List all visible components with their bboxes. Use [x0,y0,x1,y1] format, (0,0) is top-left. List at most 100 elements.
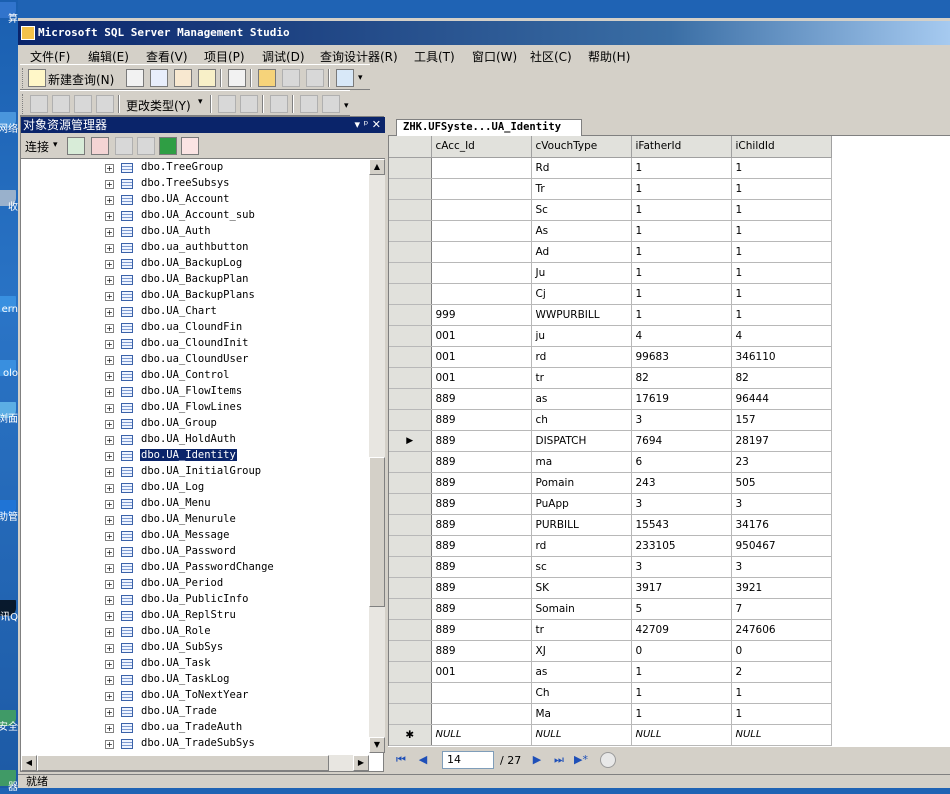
add-table-icon[interactable] [300,95,318,113]
table-cell[interactable] [431,199,532,221]
table-cell[interactable]: Ma [531,703,632,725]
table-cell[interactable]: Cj [531,283,632,305]
row-selector[interactable] [389,409,432,431]
table-row[interactable]: 001 as 1 2 [389,661,832,683]
table-cell[interactable]: 001 [431,367,532,389]
table-cell[interactable]: 001 [431,325,532,347]
table-row[interactable]: Tr 1 1 [389,178,832,200]
tree-node[interactable]: + dbo.UA_PasswordChange [21,560,369,576]
table-row[interactable]: Ju 1 1 [389,262,832,284]
tree-node[interactable]: + dbo.UA_Task [21,656,369,672]
table-cell[interactable]: 889 [431,472,532,494]
table-cell[interactable]: rd [531,535,632,557]
row-selector[interactable] [389,535,432,557]
expand-icon[interactable]: + [105,180,114,189]
expand-icon[interactable]: + [105,660,114,669]
expand-icon[interactable]: + [105,724,114,733]
table-cell[interactable] [431,682,532,704]
tree-node[interactable]: + dbo.UA_TaskLog [21,672,369,688]
menu-window[interactable]: 窗口(W) [472,48,517,65]
row-selector[interactable] [389,472,432,494]
table-cell[interactable]: 4 [731,325,832,347]
print-icon[interactable] [306,69,324,87]
table-cell[interactable]: 17619 [631,388,732,410]
menu-tools[interactable]: 工具(T) [414,48,455,65]
table-cell[interactable]: 1 [731,304,832,326]
new-row-marker[interactable]: ✱ [389,724,432,746]
tree-node-label[interactable]: dbo.UA_Log [140,481,205,493]
table-cell[interactable]: 889 [431,409,532,431]
table-cell[interactable]: 889 [431,430,532,452]
table-cell[interactable]: 1 [631,703,732,725]
mdx-query-icon[interactable] [150,69,168,87]
row-selector[interactable] [389,640,432,662]
record-number-input[interactable]: 14 [442,751,494,769]
expand-icon[interactable]: + [105,292,114,301]
desktop-shortcut[interactable]: 讯Q [0,600,18,624]
expand-icon[interactable]: + [105,564,114,573]
table-cell[interactable]: 001 [431,661,532,683]
table-cell[interactable]: 82 [631,367,732,389]
null-cell[interactable]: NULL [431,724,532,746]
expand-icon[interactable]: + [105,260,114,269]
new-row[interactable]: ✱ NULL NULL NULL NULL [389,724,832,746]
expand-icon[interactable]: + [105,388,114,397]
expand-icon[interactable]: + [105,308,114,317]
table-cell[interactable]: as [531,388,632,410]
tree-node[interactable]: + dbo.ua_TradeAuth [21,720,369,736]
table-cell[interactable]: 157 [731,409,832,431]
expand-icon[interactable]: + [105,708,114,717]
table-row[interactable]: Ch 1 1 [389,682,832,704]
table-cell[interactable]: 001 [431,346,532,368]
tab-ua-identity[interactable]: ZHK.UFSyste...UA_Identity [396,119,582,136]
tree-node-label[interactable]: dbo.UA_TradeSubSys [140,737,256,749]
table-cell[interactable] [431,157,532,179]
table-row[interactable]: 889 sc 3 3 [389,556,832,578]
table-cell[interactable]: 7694 [631,430,732,452]
new-file-icon[interactable] [126,69,144,87]
tree-node-label[interactable]: dbo.TreeGroup [140,161,224,173]
tree-node[interactable]: + dbo.UA_Role [21,624,369,640]
table-cell[interactable]: 1 [731,241,832,263]
table-cell[interactable]: 3 [631,556,732,578]
tree-node-label[interactable]: dbo.UA_ToNextYear [140,689,249,701]
expand-icon[interactable]: + [105,452,114,461]
row-selector[interactable] [389,703,432,725]
table-cell[interactable]: As [531,220,632,242]
row-selector[interactable] [389,556,432,578]
table-cell[interactable]: 889 [431,388,532,410]
table-row[interactable]: 889 tr 42709 247606 [389,619,832,641]
tree-node-label[interactable]: dbo.UA_Group [140,417,218,429]
table-cell[interactable]: 1 [731,157,832,179]
previous-record-icon[interactable]: ◀ [416,753,430,767]
tree-vertical-scrollbar[interactable]: ▲ ▼ [369,159,385,753]
row-selector[interactable] [389,220,432,242]
tree-node[interactable]: + dbo.UA_Identity [21,448,369,464]
tree-node-label[interactable]: dbo.UA_Menurule [140,513,237,525]
table-cell[interactable]: 1 [731,283,832,305]
expand-icon[interactable]: + [105,164,114,173]
tree-node-label[interactable]: dbo.UA_Period [140,577,224,589]
stop-icon[interactable] [115,137,133,155]
expand-icon[interactable]: + [105,596,114,605]
table-cell[interactable]: Ju [531,262,632,284]
toolbar-overflow-icon[interactable]: ▾ [344,101,349,111]
tree-node[interactable]: + dbo.UA_ReplStru [21,608,369,624]
table-row[interactable]: 889rd 233105 950467 [389,535,832,557]
table-cell[interactable]: 1 [631,220,732,242]
table-cell[interactable] [431,703,532,725]
expand-icon[interactable]: + [105,324,114,333]
expand-icon[interactable]: + [105,420,114,429]
table-cell[interactable]: 6 [631,451,732,473]
table-row[interactable]: 889 PURBILL 15543 34176 [389,514,832,536]
tree-node-label[interactable]: dbo.UA_Auth [140,225,212,237]
desktop-shortcut[interactable]: 网络 [0,112,18,136]
table-cell[interactable] [431,220,532,242]
table-cell[interactable]: 23 [731,451,832,473]
expand-icon[interactable]: + [105,628,114,637]
table-cell[interactable]: 1 [631,199,732,221]
tree-horizontal-scrollbar[interactable]: ◀ ▶ [21,755,369,771]
table-cell[interactable]: 96444 [731,388,832,410]
table-cell[interactable]: Somain [531,598,632,620]
table-cell[interactable]: Ad [531,241,632,263]
